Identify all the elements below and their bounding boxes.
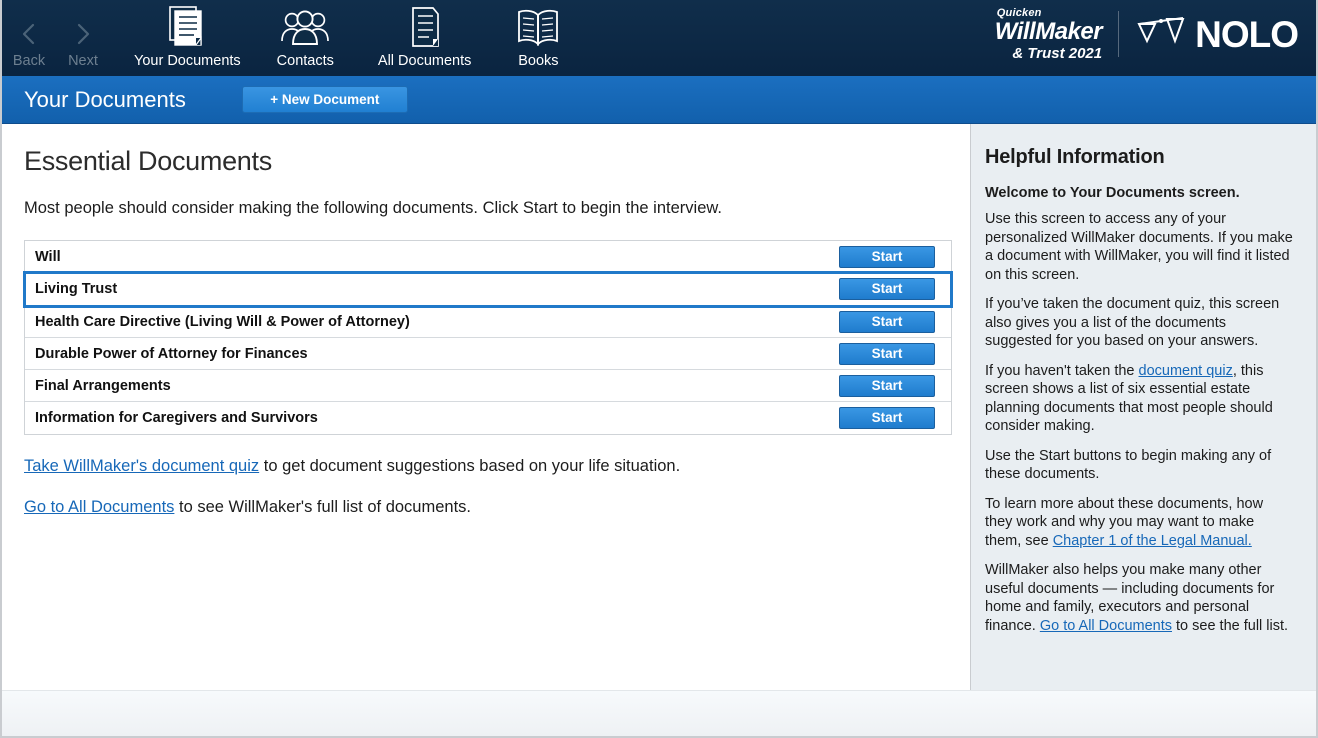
- scales-of-justice-icon: [1135, 15, 1187, 54]
- nolo-logo: NOLO: [1119, 15, 1298, 54]
- chevron-left-icon: [18, 5, 40, 49]
- sidebar-p3-before: If you haven't taken the: [985, 363, 1139, 379]
- start-button[interactable]: Start: [839, 278, 935, 300]
- nav-your-documents[interactable]: Your Documents: [110, 5, 255, 72]
- helpful-information-panel: Helpful Information Welcome to Your Docu…: [970, 124, 1316, 734]
- nav-books-label: Books: [518, 49, 558, 70]
- sidebar-paragraph-4: Use the Start buttons to begin making an…: [985, 447, 1294, 484]
- all-documents-line-rest: to see WillMaker's full list of document…: [174, 498, 471, 516]
- sidebar-legal-manual-link[interactable]: Chapter 1 of the Legal Manual.: [1053, 533, 1252, 549]
- nav-all-documents[interactable]: All Documents: [356, 5, 493, 72]
- nav-next-button[interactable]: Next: [56, 5, 110, 72]
- nav-back-button[interactable]: Back: [2, 5, 56, 72]
- sidebar-title: Helpful Information: [985, 146, 1294, 169]
- sidebar-lead: Welcome to Your Documents screen.: [985, 185, 1294, 201]
- nav-contacts[interactable]: Contacts: [255, 5, 356, 72]
- document-quiz-line-rest: to get document suggestions based on you…: [259, 457, 680, 475]
- documents-icon: [166, 5, 208, 49]
- page-title-bar-label: Your Documents: [24, 87, 186, 113]
- document-name: Durable Power of Attorney for Finances: [35, 346, 308, 362]
- start-button[interactable]: Start: [839, 311, 935, 333]
- table-row[interactable]: Living Trust Start: [25, 273, 951, 306]
- open-book-icon: [515, 5, 561, 49]
- nav-books[interactable]: Books: [493, 5, 583, 72]
- sidebar-paragraph-6: WillMaker also helps you make many other…: [985, 561, 1294, 635]
- document-name: Will: [35, 249, 61, 265]
- document-quiz-line: Take WillMaker's document quiz to get do…: [24, 457, 952, 476]
- sidebar-paragraph-3: If you haven't taken the document quiz, …: [985, 362, 1294, 436]
- table-row[interactable]: Final Arrangements Start: [25, 370, 951, 402]
- start-button[interactable]: Start: [839, 407, 935, 429]
- intro-text: Most people should consider making the f…: [24, 199, 952, 218]
- content-area: Essential Documents Most people should c…: [2, 124, 1316, 734]
- willmaker-logo-quicken: Quicken: [997, 8, 1042, 19]
- document-name: Living Trust: [35, 281, 117, 297]
- nav-contacts-label: Contacts: [277, 49, 334, 70]
- table-row[interactable]: Health Care Directive (Living Will & Pow…: [25, 306, 951, 338]
- bottom-strip: [2, 690, 1316, 736]
- document-name: Final Arrangements: [35, 378, 171, 394]
- start-button[interactable]: Start: [839, 343, 935, 365]
- sidebar-paragraph-2: If you’ve taken the document quiz, this …: [985, 295, 1294, 351]
- start-button[interactable]: Start: [839, 246, 935, 268]
- willmaker-logo-name: WillMaker: [995, 20, 1102, 44]
- all-documents-line: Go to All Documents to see WillMaker's f…: [24, 498, 952, 517]
- chevron-right-icon: [72, 5, 94, 49]
- willmaker-logo: Quicken WillMaker & Trust 2021: [995, 8, 1118, 61]
- nav-next-label: Next: [68, 49, 98, 70]
- nolo-wordmark: NOLO: [1195, 16, 1298, 53]
- document-name: Information for Caregivers and Survivors: [35, 410, 318, 426]
- table-row[interactable]: Information for Caregivers and Survivors…: [25, 402, 951, 434]
- willmaker-logo-trust-year: & Trust 2021: [1012, 46, 1102, 61]
- nav-all-documents-label: All Documents: [378, 49, 471, 70]
- document-icon: [407, 5, 443, 49]
- start-button[interactable]: Start: [839, 375, 935, 397]
- all-documents-link[interactable]: Go to All Documents: [24, 498, 174, 516]
- document-quiz-link[interactable]: Take WillMaker's document quiz: [24, 457, 259, 475]
- sidebar-all-documents-link[interactable]: Go to All Documents: [1040, 618, 1172, 634]
- people-icon: [279, 5, 331, 49]
- documents-table: Will Start Living Trust Start Health Car…: [24, 240, 952, 435]
- main-pane: Essential Documents Most people should c…: [2, 124, 970, 734]
- sidebar-p6-after: to see the full list.: [1172, 618, 1288, 634]
- sidebar-paragraph-1: Use this screen to access any of your pe…: [985, 210, 1294, 284]
- application-window: Back Next: [0, 0, 1318, 738]
- document-name: Health Care Directive (Living Will & Pow…: [35, 314, 410, 330]
- table-row[interactable]: Will Start: [25, 241, 951, 273]
- page-titlebar: Your Documents + New Document: [2, 76, 1316, 124]
- sidebar-document-quiz-link[interactable]: document quiz: [1139, 363, 1233, 379]
- brand-area: Quicken WillMaker & Trust 2021 NOLO: [995, 0, 1316, 72]
- new-document-button[interactable]: + New Document: [242, 86, 408, 113]
- nav-back-label: Back: [13, 49, 45, 70]
- table-row[interactable]: Durable Power of Attorney for Finances S…: [25, 338, 951, 370]
- page-title: Essential Documents: [24, 146, 952, 177]
- sidebar-paragraph-5: To learn more about these documents, how…: [985, 495, 1294, 551]
- top-navigation-bar: Back Next: [2, 0, 1316, 76]
- nav-your-documents-label: Your Documents: [134, 49, 241, 70]
- chevron-left-glyph: [18, 19, 40, 49]
- chevron-right-glyph: [72, 19, 94, 49]
